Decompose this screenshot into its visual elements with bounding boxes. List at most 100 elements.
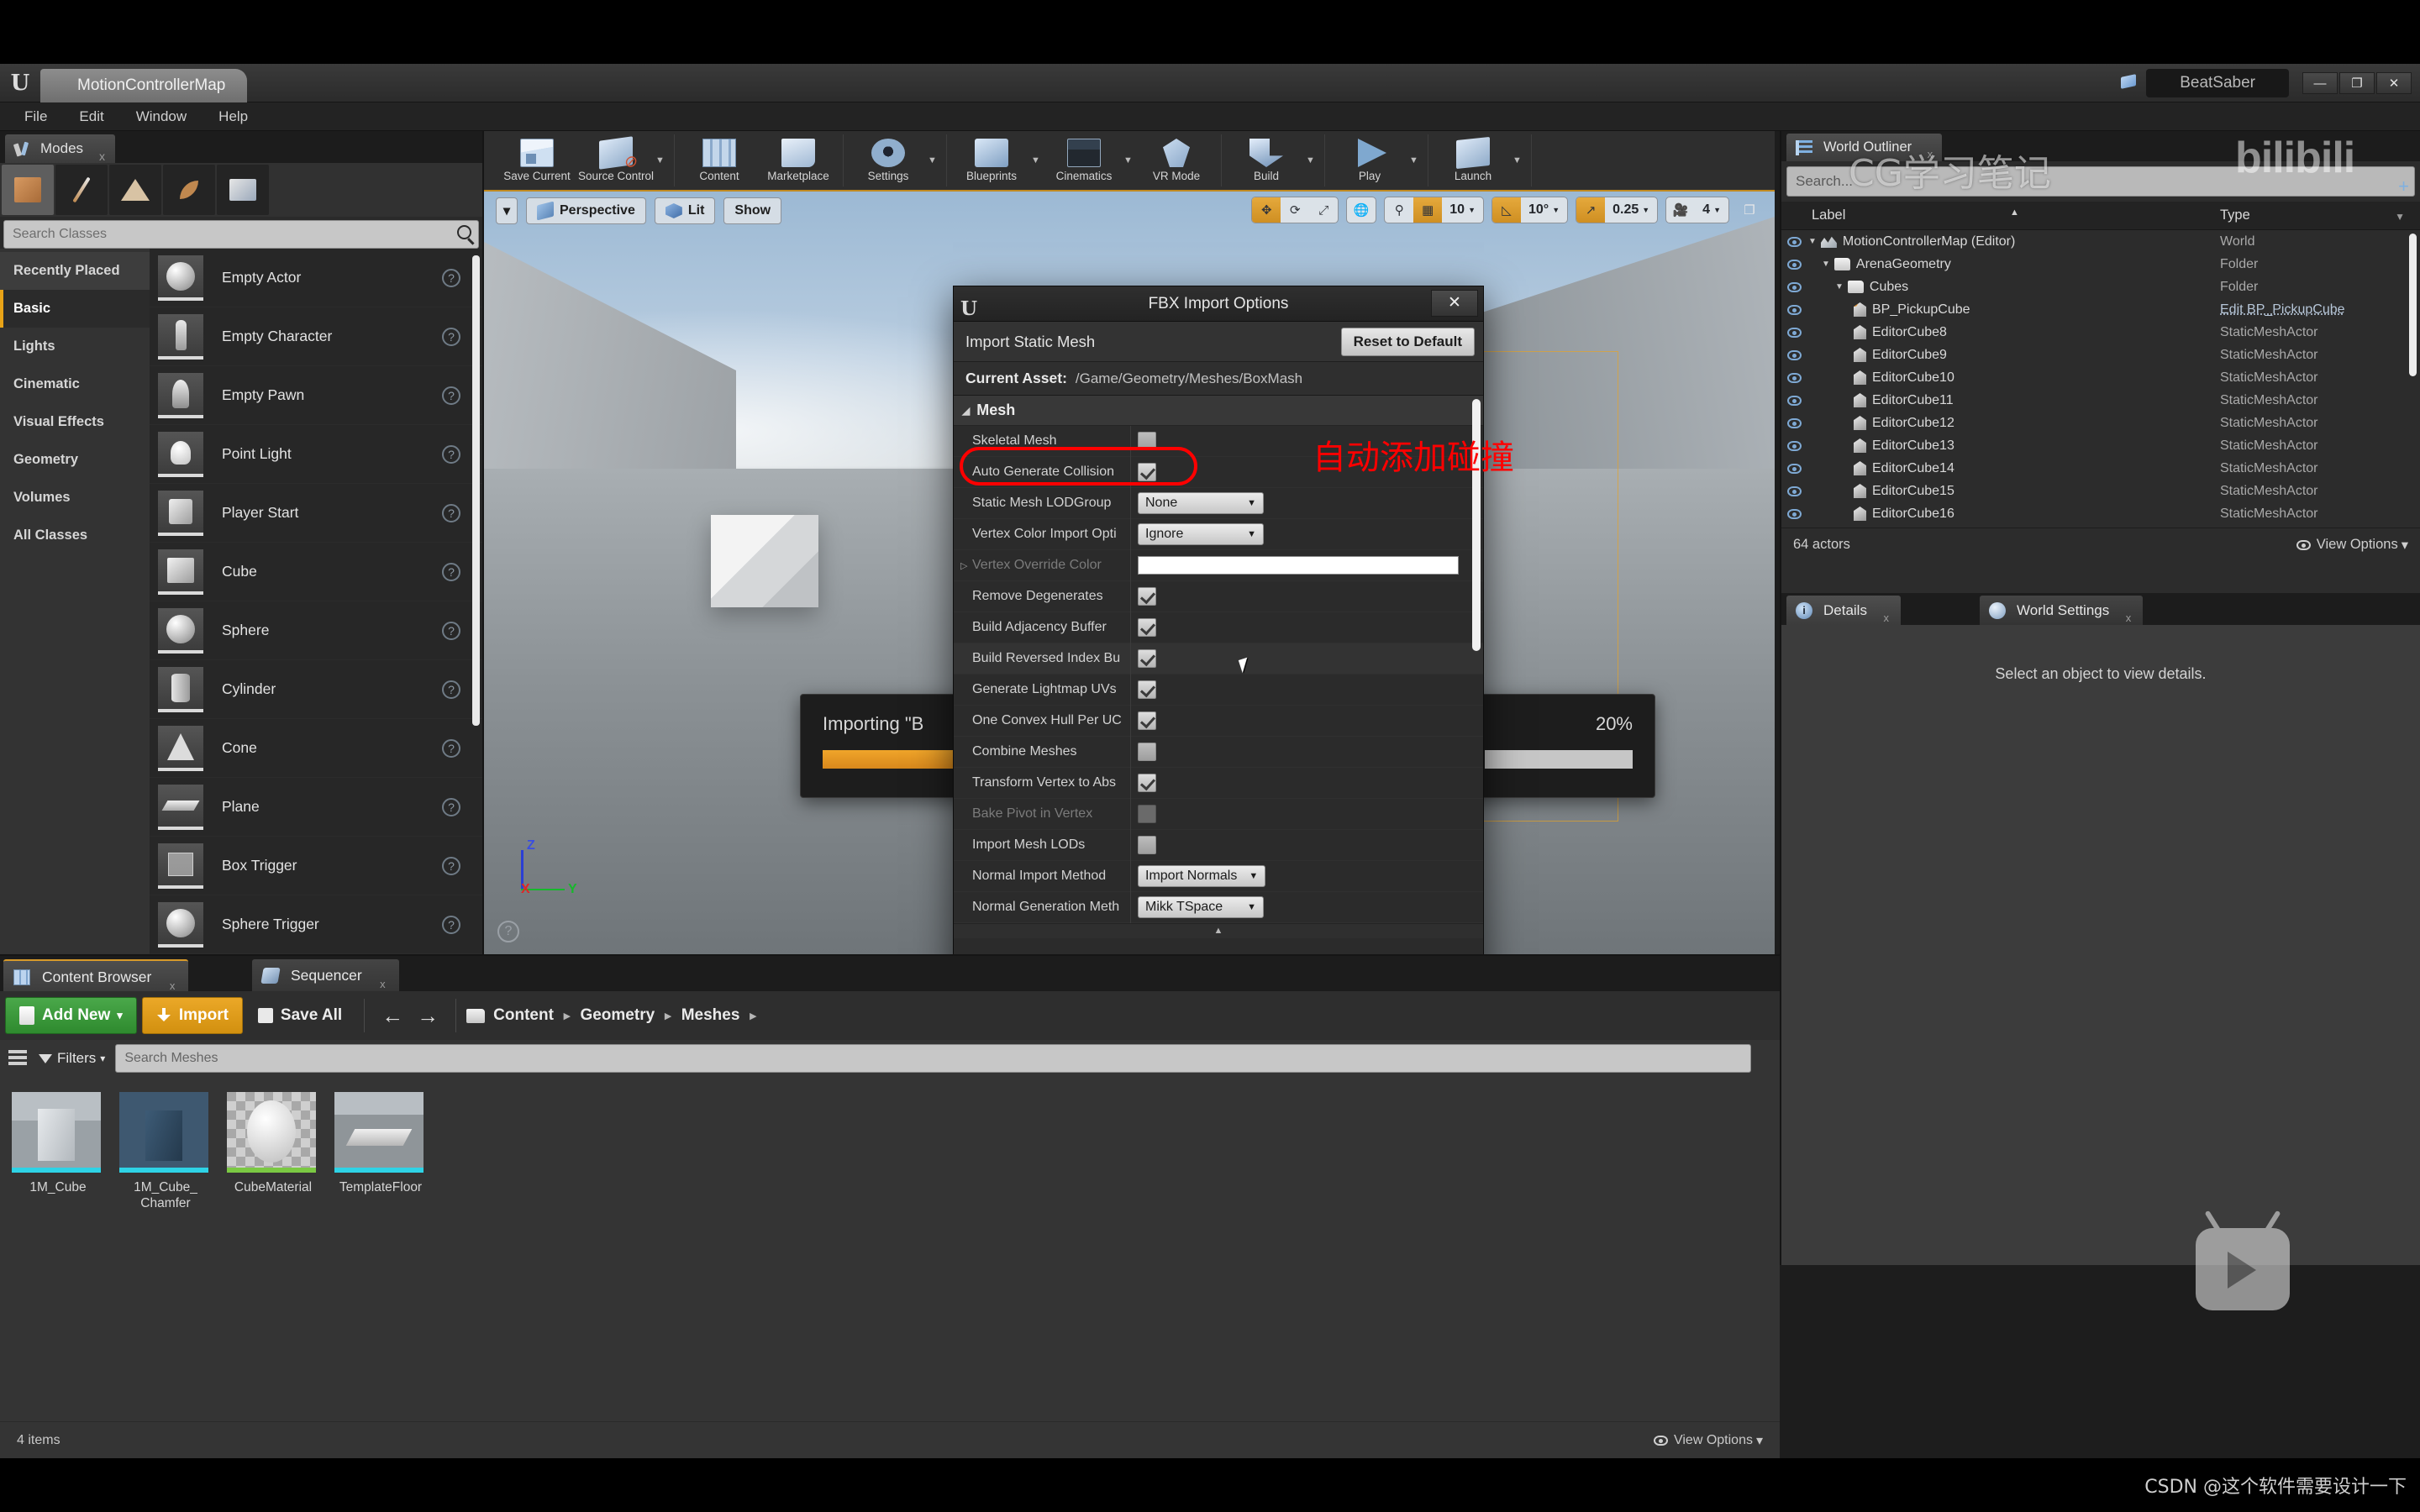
outliner-row-type-link[interactable]: Edit BP_PickupCube — [2220, 302, 2420, 318]
category-lights[interactable]: Lights — [0, 328, 150, 365]
toolbar-play[interactable]: Play — [1330, 134, 1409, 186]
scale-snap-icon[interactable]: ↗ — [1576, 197, 1605, 223]
mode-button-foliage[interactable] — [163, 165, 215, 215]
category-geometry[interactable]: Geometry — [0, 441, 150, 479]
visibility-eye-icon[interactable] — [1781, 418, 1807, 428]
transform-vertex-to-absolute-checkbox[interactable] — [1138, 774, 1156, 792]
scale-snap-value[interactable]: 0.25 ▼ — [1605, 202, 1657, 218]
surface-snap-icon[interactable]: ⚲ — [1385, 197, 1413, 223]
property-row-build-adjacency-buffer[interactable]: Build Adjacency Buffer — [954, 612, 1483, 643]
angle-snap-value[interactable]: 10° ▼ — [1521, 202, 1567, 218]
table-row[interactable]: BP_PickupCube Edit BP_PickupCube — [1781, 298, 2420, 321]
expand-arrow-icon[interactable]: ▼ — [1822, 260, 1830, 269]
filters-button[interactable]: Filters ▾ — [39, 1050, 105, 1067]
tab-close-icon[interactable]: x — [2126, 603, 2132, 633]
property-row-build-reversed-index-buffer[interactable]: Build Reversed Index Bu — [954, 643, 1483, 675]
table-row[interactable]: ▼Cubes Folder — [1781, 276, 2420, 298]
category-volumes[interactable]: Volumes — [0, 479, 150, 517]
property-row-static-mesh-lodgroup[interactable]: Static Mesh LODGroup None ▼ — [954, 488, 1483, 519]
project-tab[interactable]: MotionControllerMap — [40, 69, 247, 102]
table-row[interactable]: EditorCube14 StaticMeshActor — [1781, 457, 2420, 480]
visibility-eye-icon[interactable] — [1781, 350, 1807, 360]
table-row[interactable]: EditorCube16 StaticMeshActor — [1781, 502, 2420, 525]
table-row[interactable]: ▼ArenaGeometry Folder — [1781, 253, 2420, 276]
property-row-combine-meshes[interactable]: Combine Meshes — [954, 737, 1483, 768]
fbx-close-button[interactable]: ✕ — [1431, 290, 1478, 317]
list-item[interactable]: Cylinder ? — [150, 660, 482, 719]
help-icon[interactable]: ? — [442, 857, 460, 875]
build-adjacency-buffer-checkbox[interactable] — [1138, 618, 1156, 637]
toolbar-content[interactable]: Content — [680, 134, 759, 186]
chevron-down-icon[interactable]: ▼ — [1306, 155, 1319, 165]
menu-window[interactable]: Window — [120, 102, 203, 131]
help-icon[interactable]: ? — [442, 563, 460, 581]
category-recently-placed[interactable]: Recently Placed — [0, 252, 150, 290]
world-coordinate-icon[interactable]: 🌐 — [1347, 197, 1376, 223]
outliner-scrollbar[interactable] — [2409, 234, 2417, 376]
table-row[interactable]: EditorCube12 StaticMeshActor — [1781, 412, 2420, 434]
chevron-down-icon[interactable]: ▼ — [928, 155, 941, 165]
table-row[interactable]: EditorCube15 StaticMeshActor — [1781, 480, 2420, 502]
table-row[interactable]: ▼MotionControllerMap (Editor) World — [1781, 230, 2420, 253]
close-button[interactable]: ✕ — [2376, 72, 2412, 94]
viewport-options-menu-button[interactable]: ▾ — [496, 197, 518, 224]
remove-degenerates-checkbox[interactable] — [1138, 587, 1156, 606]
chevron-down-icon[interactable]: ▼ — [655, 155, 669, 165]
translate-tool-button[interactable]: ✥ — [1252, 197, 1281, 223]
outliner-view-options-button[interactable]: View Options ▾ — [2296, 537, 2408, 554]
property-row-vertex-color-import-option[interactable]: Vertex Color Import Opti Ignore ▼ — [954, 519, 1483, 550]
toolbar-cinematics[interactable]: Cinematics — [1044, 134, 1123, 186]
expand-arrow-icon[interactable]: ▷ — [960, 560, 967, 571]
chevron-down-icon[interactable]: ▼ — [1409, 155, 1423, 165]
table-row[interactable]: EditorCube9 StaticMeshActor — [1781, 344, 2420, 366]
breadcrumb-item-meshes[interactable]: Meshes — [681, 1006, 740, 1025]
scale-tool-button[interactable]: ⤢ — [1309, 197, 1338, 223]
list-item[interactable]: Empty Pawn ? — [150, 366, 482, 425]
asset-tile[interactable]: 1M_Cube_ Chamfer — [119, 1092, 212, 1212]
help-icon[interactable]: ? — [442, 680, 460, 699]
visibility-eye-icon[interactable] — [1781, 464, 1807, 474]
asset-tile[interactable]: 1M_Cube — [12, 1092, 104, 1212]
vertex-override-color-swatch[interactable] — [1138, 556, 1459, 575]
category-all-classes[interactable]: All Classes — [0, 517, 150, 554]
reset-to-default-button[interactable]: Reset to Default — [1341, 328, 1475, 356]
content-view-options-button[interactable]: View Options ▾ — [1654, 1432, 1763, 1449]
table-row[interactable]: EditorCube17 StaticMeshActor — [1781, 525, 2420, 528]
toolbar-source-control[interactable]: Source Control — [576, 134, 655, 186]
maximize-button[interactable]: ❐ — [2339, 72, 2375, 94]
vertex-color-import-dropdown[interactable]: Ignore ▼ — [1138, 523, 1264, 545]
list-item[interactable]: Cube ? — [150, 543, 482, 601]
list-item[interactable]: Empty Actor ? — [150, 249, 482, 307]
expand-arrow-icon[interactable]: ▼ — [1808, 237, 1817, 246]
angle-snap-icon[interactable]: ◺ — [1492, 197, 1521, 223]
visibility-eye-icon[interactable] — [1781, 305, 1807, 315]
one-convex-hull-per-ucx-checkbox[interactable] — [1138, 711, 1156, 730]
static-mesh-lodgroup-dropdown[interactable]: None ▼ — [1138, 492, 1264, 514]
toolbar-save-current[interactable]: Save Current — [497, 134, 576, 186]
column-header-type[interactable]: Type — [2220, 207, 2420, 223]
minimize-button[interactable]: — — [2302, 72, 2338, 94]
visibility-eye-icon[interactable] — [1781, 396, 1807, 406]
list-item[interactable]: Sphere Trigger ? — [150, 895, 482, 954]
toolbar-blueprints[interactable]: Blueprints — [952, 134, 1031, 186]
tab-close-icon[interactable]: x — [380, 969, 386, 1000]
generate-lightmap-uvs-checkbox[interactable] — [1138, 680, 1156, 699]
breadcrumb-item-content[interactable]: Content — [493, 1006, 554, 1025]
search-classes-input[interactable] — [13, 221, 433, 248]
visibility-eye-icon[interactable] — [1781, 260, 1807, 270]
viewport-show-menu-button[interactable]: Show — [723, 197, 781, 224]
property-row-remove-degenerates[interactable]: Remove Degenerates — [954, 581, 1483, 612]
section-header-mesh[interactable]: ◢ Mesh — [954, 396, 1483, 426]
visibility-eye-icon[interactable] — [1781, 509, 1807, 519]
help-icon[interactable]: ? — [442, 798, 460, 816]
mode-button-paint[interactable] — [55, 165, 108, 215]
help-icon[interactable]: ? — [442, 622, 460, 640]
build-reversed-index-buffer-checkbox[interactable] — [1138, 649, 1156, 668]
save-all-button[interactable]: Save All — [246, 997, 354, 1034]
grid-snap-icon[interactable]: ▦ — [1413, 197, 1442, 223]
column-filter-icon[interactable]: ▼ — [2395, 211, 2405, 223]
category-basic[interactable]: Basic — [0, 290, 150, 328]
menu-help[interactable]: Help — [203, 102, 264, 131]
list-item[interactable]: Empty Character ? — [150, 307, 482, 366]
help-icon[interactable]: ? — [442, 269, 460, 287]
